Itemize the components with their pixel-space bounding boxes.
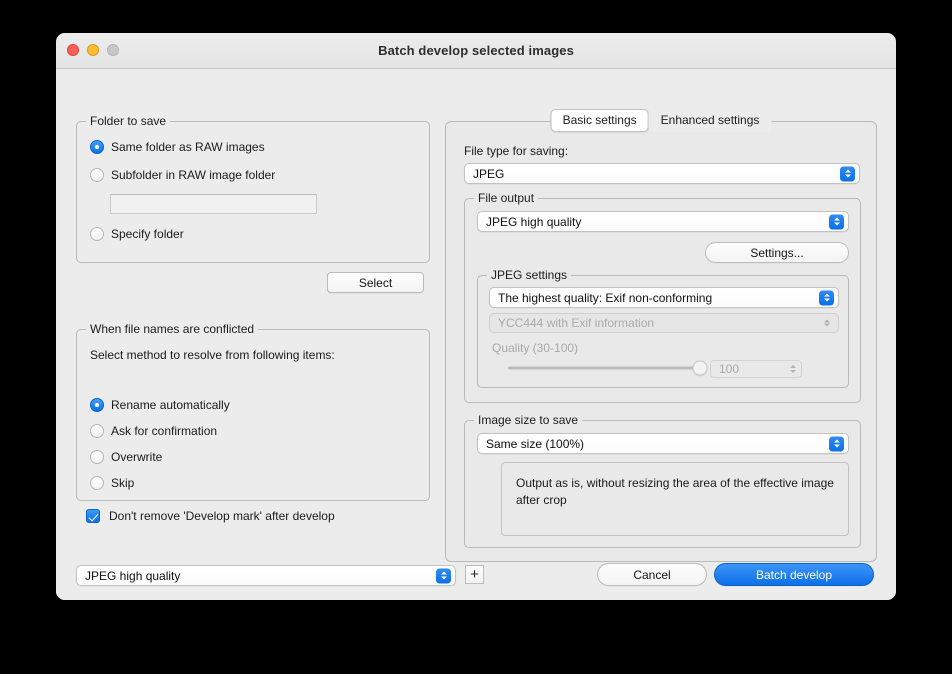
tab-basic-settings[interactable]: Basic settings xyxy=(551,109,649,132)
preset-select[interactable]: JPEG high quality xyxy=(76,565,456,586)
radio-overwrite[interactable]: Overwrite xyxy=(90,450,162,464)
radio-label: Same folder as RAW images xyxy=(111,140,265,154)
radio-indicator xyxy=(90,476,104,490)
radio-label: Rename automatically xyxy=(111,398,230,412)
jpeg-quality-slider[interactable] xyxy=(508,360,700,376)
settings-button[interactable]: Settings... xyxy=(705,242,849,263)
file-conflict-group: When file names are conflicted Select me… xyxy=(76,329,430,501)
radio-same-folder[interactable]: Same folder as RAW images xyxy=(90,140,265,154)
window-title: Batch develop selected images xyxy=(56,43,896,58)
jpeg-quality-stepper[interactable]: 100 xyxy=(710,360,802,378)
file-output-select[interactable]: JPEG high quality xyxy=(477,211,849,232)
checkbox-label: Don't remove 'Develop mark' after develo… xyxy=(109,509,335,523)
stepper-arrows-icon xyxy=(790,365,796,373)
add-preset-button[interactable]: + xyxy=(465,565,484,584)
file-conflict-title: When file names are conflicted xyxy=(86,322,258,336)
radio-indicator xyxy=(90,227,104,241)
radio-indicator xyxy=(90,424,104,438)
radio-subfolder[interactable]: Subfolder in RAW image folder xyxy=(90,168,275,182)
slider-track xyxy=(508,367,700,370)
radio-rename-automatically[interactable]: Rename automatically xyxy=(90,398,230,412)
radio-label: Ask for confirmation xyxy=(111,424,217,438)
chevron-updown-icon xyxy=(829,214,844,229)
jpeg-quality-value: 100 xyxy=(719,362,739,376)
chevron-updown-icon xyxy=(829,436,844,451)
radio-indicator xyxy=(90,450,104,464)
jpeg-quality-label: Quality (30-100) xyxy=(492,341,578,355)
radio-label: Skip xyxy=(111,476,134,490)
keep-develop-mark-checkbox[interactable]: Don't remove 'Develop mark' after develo… xyxy=(86,509,335,523)
radio-label: Overwrite xyxy=(111,450,162,464)
select-button[interactable]: Select xyxy=(327,272,424,293)
radio-label: Specify folder xyxy=(111,227,184,241)
image-size-title: Image size to save xyxy=(474,413,582,427)
folder-to-save-title: Folder to save xyxy=(86,114,170,128)
radio-specify-folder[interactable]: Specify folder xyxy=(90,227,184,241)
jpeg-quality-mode-value: The highest quality: Exif non-conforming xyxy=(498,291,712,305)
image-size-value: Same size (100%) xyxy=(486,437,584,451)
chevron-updown-icon xyxy=(840,166,855,181)
image-size-select[interactable]: Same size (100%) xyxy=(477,433,849,454)
title-bar: Batch develop selected images xyxy=(56,33,896,69)
preset-value: JPEG high quality xyxy=(85,569,180,583)
conflict-instruction: Select method to resolve from following … xyxy=(90,348,335,362)
file-output-group: File output JPEG high quality Settings..… xyxy=(464,198,861,403)
jpeg-chroma-value: YCC444 with Exif information xyxy=(498,316,654,330)
chevron-updown-icon xyxy=(819,290,834,305)
file-type-value: JPEG xyxy=(473,167,504,181)
jpeg-settings-title: JPEG settings xyxy=(487,268,571,282)
radio-label: Subfolder in RAW image folder xyxy=(111,168,275,182)
image-size-group: Image size to save Same size (100%) Outp… xyxy=(464,420,861,548)
subfolder-name-input[interactable] xyxy=(110,194,317,214)
dialog-content: Folder to save Same folder as RAW images… xyxy=(56,69,896,600)
image-size-description: Output as is, without resizing the area … xyxy=(501,462,849,536)
file-type-label: File type for saving: xyxy=(464,144,568,158)
folder-to-save-group: Folder to save Same folder as RAW images… xyxy=(76,121,430,263)
jpeg-chroma-select[interactable]: YCC444 with Exif information xyxy=(489,313,839,333)
checkbox-indicator xyxy=(86,509,100,523)
radio-skip[interactable]: Skip xyxy=(90,476,134,490)
file-type-select[interactable]: JPEG xyxy=(464,163,860,184)
jpeg-quality-mode-select[interactable]: The highest quality: Exif non-conforming xyxy=(489,287,839,308)
radio-indicator xyxy=(90,398,104,412)
chevron-updown-icon xyxy=(819,316,834,331)
batch-develop-button[interactable]: Batch develop xyxy=(714,563,874,586)
slider-thumb[interactable] xyxy=(693,361,708,376)
tab-enhanced-settings[interactable]: Enhanced settings xyxy=(649,109,772,132)
jpeg-settings-group: JPEG settings The highest quality: Exif … xyxy=(477,275,849,388)
file-output-value: JPEG high quality xyxy=(486,215,581,229)
file-output-title: File output xyxy=(474,191,538,205)
radio-indicator xyxy=(90,168,104,182)
tab-bar: Basic settings Enhanced settings xyxy=(549,109,774,132)
chevron-updown-icon xyxy=(436,568,451,583)
radio-ask-for-confirmation[interactable]: Ask for confirmation xyxy=(90,424,217,438)
cancel-button[interactable]: Cancel xyxy=(597,563,707,586)
settings-tabview: Basic settings Enhanced settings File ty… xyxy=(445,121,877,562)
radio-indicator xyxy=(90,140,104,154)
dialog-window: Batch develop selected images Folder to … xyxy=(56,33,896,600)
